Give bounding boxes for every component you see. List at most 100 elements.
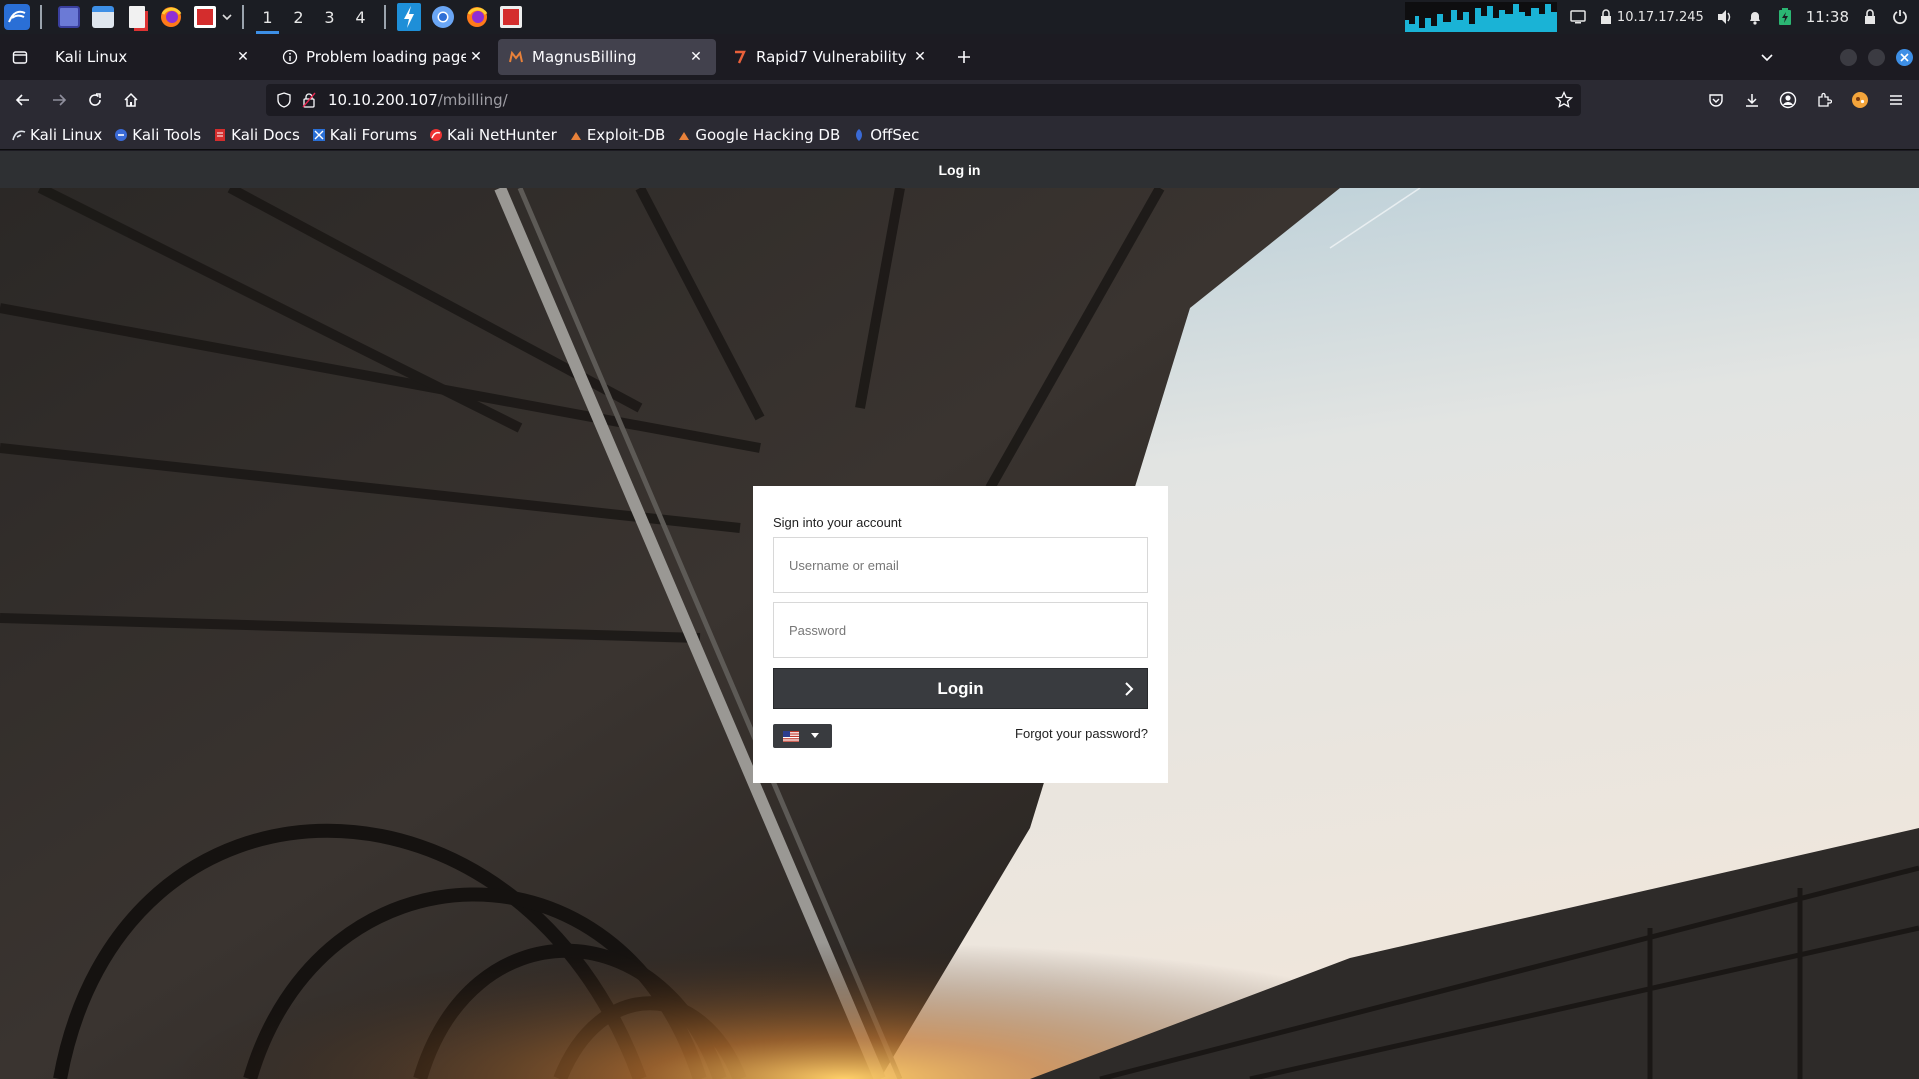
reload-icon	[89, 93, 101, 106]
lock-screen-icon[interactable]	[1861, 8, 1879, 26]
workspace-3[interactable]: 3	[314, 0, 345, 34]
forward-button[interactable]	[47, 88, 71, 112]
arrow-left-icon	[15, 94, 29, 106]
bookmark-kali-forums[interactable]: Kali Forums	[312, 126, 417, 144]
file-manager-launcher[interactable]	[88, 2, 118, 32]
list-all-tabs-button[interactable]	[1755, 45, 1779, 69]
tab-kali-linux[interactable]: Kali Linux ✕	[41, 39, 263, 75]
us-flag-icon	[783, 730, 799, 742]
page-lock-icon[interactable]	[302, 92, 316, 112]
forgot-password-link[interactable]: Forgot your password?	[1015, 726, 1148, 741]
caret-down-icon	[811, 733, 819, 738]
bookmark-offsec[interactable]: OffSec	[852, 126, 919, 144]
volume-icon[interactable]	[1716, 8, 1734, 26]
firefox-launcher[interactable]	[156, 2, 186, 32]
username-input[interactable]	[773, 537, 1148, 593]
kali-tools-icon	[114, 128, 128, 142]
kali-red-launcher[interactable]	[496, 2, 526, 32]
kali-menu-button[interactable]	[2, 2, 32, 32]
notification-bell-icon[interactable]	[1746, 8, 1764, 26]
rapid7-favicon-icon	[732, 49, 748, 65]
firefox-running[interactable]	[462, 2, 492, 32]
bookmark-label: Exploit-DB	[586, 125, 666, 144]
network-graph	[1404, 2, 1557, 32]
profile-avatar-button[interactable]	[1848, 88, 1872, 112]
bookmark-star-icon[interactable]	[1554, 90, 1574, 113]
tab-label: Kali Linux	[55, 48, 128, 66]
tab-label: MagnusBilling	[532, 48, 637, 66]
tab-problem-loading[interactable]: Problem loading page ✕	[272, 39, 496, 75]
language-select[interactable]	[773, 724, 832, 748]
workspace-1[interactable]: 1	[252, 0, 283, 34]
url-bar[interactable]: 10.10.200.107/mbilling/	[266, 84, 1581, 116]
tab-magnusbilling[interactable]: MagnusBilling ✕	[498, 39, 716, 75]
workspace-2[interactable]: 2	[283, 0, 314, 34]
workspace-4[interactable]: 4	[345, 0, 376, 34]
info-icon	[282, 49, 298, 65]
nethunter-icon	[429, 128, 443, 142]
home-icon	[124, 92, 138, 107]
pocket-button[interactable]	[1704, 88, 1728, 112]
account-icon	[1779, 91, 1797, 109]
kali-tool-launcher[interactable]	[190, 2, 220, 32]
login-button[interactable]: Login	[773, 668, 1148, 709]
downloads-button[interactable]	[1740, 88, 1764, 112]
tab-close-icon[interactable]: ✕	[466, 49, 486, 65]
bookmark-kali-docs[interactable]: Kali Docs	[213, 126, 300, 144]
bookmark-kali-tools[interactable]: Kali Tools	[114, 126, 201, 144]
network-lock-icon	[1600, 9, 1611, 24]
bookmark-google-hacking-db[interactable]: Google Hacking DB	[677, 126, 840, 144]
bookmark-kali-nethunter[interactable]: Kali NetHunter	[429, 126, 557, 144]
url-path: /mbilling/	[437, 91, 508, 109]
account-button[interactable]	[1776, 88, 1800, 112]
burp-launcher[interactable]	[394, 2, 424, 32]
taskbar-separator	[40, 5, 42, 29]
kali-red-icon	[500, 6, 522, 28]
window-minimize-button[interactable]	[1840, 49, 1857, 66]
chevron-down-icon	[222, 14, 232, 21]
home-button[interactable]	[119, 88, 143, 112]
bookmark-label: Kali Docs	[231, 125, 300, 144]
ip-address: 10.17.17.245	[1616, 9, 1704, 25]
page-header: Log in	[0, 151, 1919, 188]
vpn-indicator[interactable]: 10.17.17.245	[1599, 9, 1704, 25]
file-manager-icon	[92, 6, 114, 28]
login-heading: Sign into your account	[773, 515, 902, 530]
tab-rapid7[interactable]: Rapid7 Vulnerability Databa ✕	[722, 39, 940, 75]
battery-icon[interactable]	[1776, 8, 1794, 26]
browser-tab-strip: Kali Linux ✕ Problem loading page ✕ Magn…	[0, 34, 1919, 80]
back-button[interactable]	[11, 88, 35, 112]
app-menu-button[interactable]	[1884, 88, 1908, 112]
bookmarks-toolbar: Kali Linux Kali Tools Kali Docs Kali For…	[0, 120, 1919, 150]
kali-forums-icon	[312, 128, 326, 142]
pocket-icon	[1709, 94, 1723, 107]
tab-close-icon[interactable]: ✕	[910, 49, 930, 65]
bookmark-kali-linux[interactable]: Kali Linux	[12, 126, 102, 144]
browser-navbar: 10.10.200.107/mbilling/	[0, 80, 1919, 120]
clock[interactable]: 11:38	[1806, 8, 1849, 26]
tab-close-icon[interactable]: ✕	[233, 49, 253, 65]
chromium-launcher[interactable]	[428, 2, 458, 32]
avatar-icon	[1852, 92, 1868, 108]
tracking-protection-shield-icon[interactable]	[276, 92, 292, 112]
magnusbilling-favicon-icon	[508, 49, 524, 65]
terminal-icon	[58, 6, 80, 28]
reload-button[interactable]	[83, 88, 107, 112]
window-close-button[interactable]	[1896, 49, 1913, 66]
text-editor-launcher[interactable]	[122, 2, 152, 32]
firefox-view-button[interactable]	[8, 45, 32, 69]
extensions-button[interactable]	[1812, 88, 1836, 112]
tab-close-icon[interactable]: ✕	[686, 49, 706, 65]
display-icon[interactable]	[1569, 8, 1587, 26]
chevron-down-icon	[1761, 54, 1773, 62]
new-tab-button[interactable]	[952, 45, 976, 69]
power-icon[interactable]	[1891, 8, 1909, 26]
kali-docs-icon	[213, 128, 227, 142]
password-input[interactable]	[773, 602, 1148, 658]
hamburger-menu-icon	[1890, 95, 1902, 105]
bookmark-exploit-db[interactable]: Exploit-DB	[569, 125, 666, 144]
window-maximize-button[interactable]	[1868, 49, 1885, 66]
bookmark-label: Kali NetHunter	[447, 125, 557, 144]
launcher-menu-toggle[interactable]	[220, 2, 234, 32]
terminal-launcher[interactable]	[54, 2, 84, 32]
